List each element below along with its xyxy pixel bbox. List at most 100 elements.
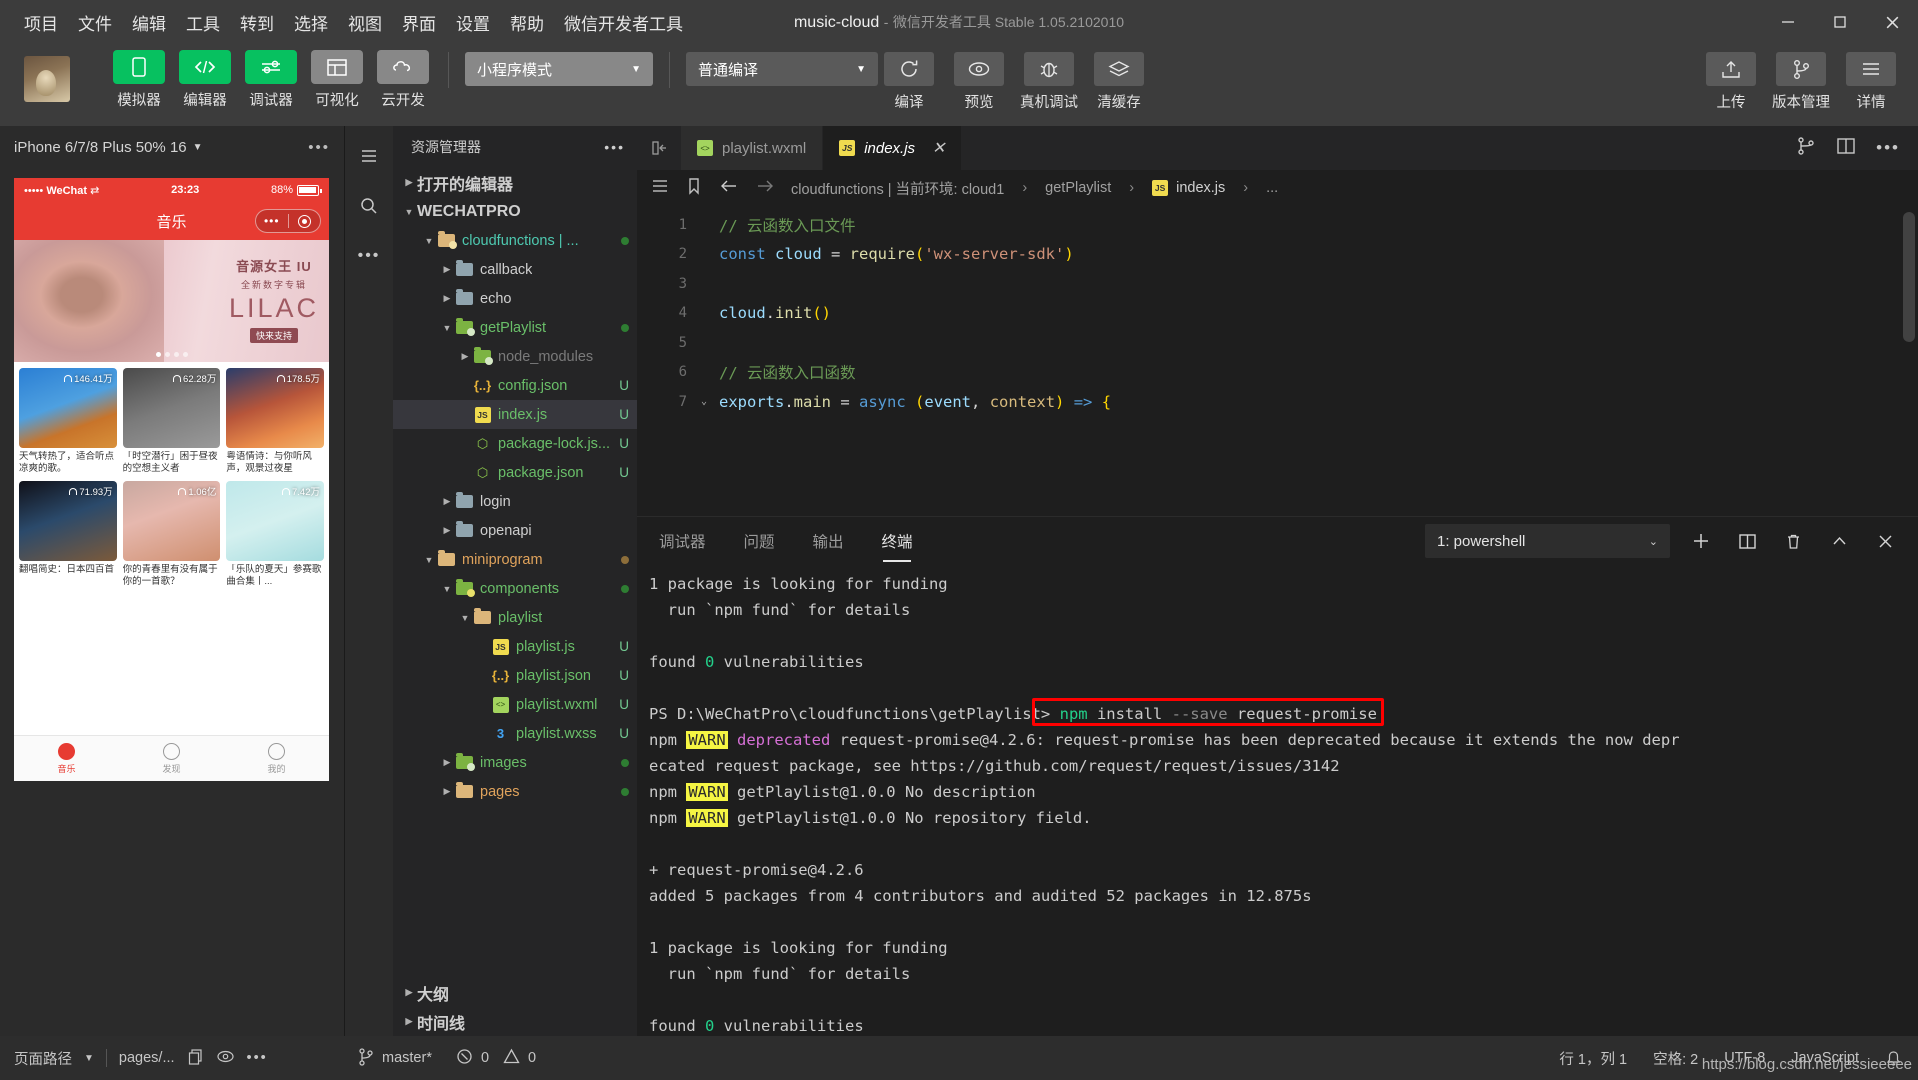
menu-item-7[interactable]: 界面 bbox=[392, 6, 446, 39]
split-editor-icon[interactable] bbox=[637, 126, 681, 170]
chevron-right-icon[interactable]: ▶ bbox=[457, 351, 473, 362]
section-open-editors[interactable]: ▶ 打开的编辑器 bbox=[393, 168, 637, 197]
status-git[interactable]: master* bbox=[345, 1047, 444, 1070]
copy-icon[interactable] bbox=[187, 1048, 204, 1069]
panel-tab-问题[interactable]: 问题 bbox=[742, 524, 777, 558]
chevron-right-icon[interactable]: ▶ bbox=[439, 293, 455, 304]
chevron-right-icon[interactable]: ▶ bbox=[439, 757, 455, 768]
more-icon[interactable]: ••• bbox=[352, 240, 386, 272]
chevron-down-icon[interactable]: ▼ bbox=[193, 142, 203, 153]
chevron-down-icon[interactable]: ▼ bbox=[84, 1053, 94, 1064]
chevron-down-icon[interactable]: ▼ bbox=[457, 613, 473, 623]
more-icon[interactable]: ••• bbox=[308, 139, 330, 156]
toolbar-action-编译[interactable]: 编译 bbox=[878, 50, 940, 112]
more-icon[interactable]: ••• bbox=[1876, 138, 1900, 158]
toolbar-button-模拟器[interactable]: 模拟器 bbox=[110, 50, 168, 110]
toolbar-right-上传[interactable]: 上传 bbox=[1700, 50, 1762, 112]
tree-item-miniprogram[interactable]: ▼ miniprogram bbox=[393, 545, 637, 574]
chevron-right-icon[interactable]: ▶ bbox=[439, 496, 455, 507]
editor-scrollbar[interactable] bbox=[1903, 212, 1915, 342]
chevron-down-icon[interactable]: ▼ bbox=[439, 584, 455, 594]
tree-item-components[interactable]: ▼ components bbox=[393, 574, 637, 603]
tree-item-config-json[interactable]: {..} config.json U bbox=[393, 371, 637, 400]
close-icon[interactable]: ✕ bbox=[932, 138, 945, 158]
menu-item-2[interactable]: 编辑 bbox=[122, 6, 176, 39]
editor-tab-playlist.wxml[interactable]: <> playlist.wxml bbox=[681, 126, 824, 170]
status-problems[interactable]: 0 0 bbox=[444, 1048, 548, 1069]
maximize-icon[interactable] bbox=[1814, 0, 1866, 44]
tree-item-pages[interactable]: ▶ pages bbox=[393, 777, 637, 806]
promo-banner[interactable]: 音源女王 IU 全新数字专辑 LILAC 快来支持 bbox=[14, 240, 329, 362]
fold-icon[interactable]: ⌄ bbox=[701, 396, 719, 407]
compile-select[interactable]: 普通编译 ▼ bbox=[686, 52, 878, 86]
breadcrumb-part-0[interactable]: cloudfunctions | 当前环境: cloud1 bbox=[791, 178, 1004, 199]
chevron-right-icon[interactable]: ▶ bbox=[439, 786, 455, 797]
menu-item-10[interactable]: 微信开发者工具 bbox=[554, 6, 693, 39]
more-icon[interactable]: ••• bbox=[604, 139, 625, 155]
tree-item-playlist-wxss[interactable]: 3 playlist.wxss U bbox=[393, 719, 637, 748]
chevron-right-icon[interactable]: ▶ bbox=[439, 525, 455, 536]
eye-icon[interactable] bbox=[216, 1048, 235, 1069]
indentation[interactable]: 空格: 2 bbox=[1653, 1048, 1698, 1069]
menu-item-4[interactable]: 转到 bbox=[230, 6, 284, 39]
bookmark-icon[interactable] bbox=[685, 177, 703, 199]
playlist-card[interactable]: 178.5万 粤语情诗：与你听风声，观景过夜星 bbox=[226, 368, 324, 476]
section-workspace[interactable]: ▼ WECHATPRO bbox=[393, 197, 637, 226]
toolbar-action-真机调试[interactable]: 真机调试 bbox=[1018, 50, 1080, 112]
mode-select[interactable]: 小程序模式 ▼ bbox=[465, 52, 653, 86]
toolbar-button-调试器[interactable]: 调试器 bbox=[242, 50, 300, 110]
more-icon[interactable]: ••• bbox=[247, 1050, 268, 1066]
tree-item-playlist-js[interactable]: JS playlist.js U bbox=[393, 632, 637, 661]
close-icon[interactable] bbox=[1866, 0, 1918, 44]
tree-item-cloudfunctions-[interactable]: ▼ cloudfunctions | ... bbox=[393, 226, 637, 255]
menu-item-8[interactable]: 设置 bbox=[446, 6, 500, 39]
playlist-card[interactable]: 62.28万 「时空潜行」困于昼夜的空想主义者 bbox=[122, 368, 221, 476]
toolbar-right-详情[interactable]: 详情 bbox=[1840, 50, 1902, 112]
playlist-card[interactable]: 1.06亿 你的青春里有没有属于你的一首歌？ bbox=[122, 481, 221, 589]
phone-tab-音乐[interactable]: 音乐 bbox=[14, 736, 119, 781]
arrow-right-icon[interactable] bbox=[755, 177, 775, 199]
wechat-capsule[interactable]: ••• bbox=[255, 209, 321, 233]
device-select[interactable]: iPhone 6/7/8 Plus 50% 16 bbox=[14, 139, 187, 156]
playlist-card[interactable]: 71.93万 翻唱简史：日本四百首 bbox=[19, 481, 117, 589]
breadcrumb-part-2[interactable]: index.js bbox=[1176, 180, 1225, 196]
menu-item-3[interactable]: 工具 bbox=[176, 6, 230, 39]
menu-item-0[interactable]: 项目 bbox=[14, 6, 68, 39]
tree-item-login[interactable]: ▶ login bbox=[393, 487, 637, 516]
outline-icon[interactable] bbox=[651, 177, 669, 199]
playlist-card[interactable]: 7.42万 「乐队的夏天」参赛歌曲合集丨... bbox=[226, 481, 324, 589]
tree-item-package-json[interactable]: ⬡ package.json U bbox=[393, 458, 637, 487]
tree-item-package-lock-js-[interactable]: ⬡ package-lock.js... U bbox=[393, 429, 637, 458]
code-editor[interactable]: 1 // 云函数入口文件 2 const cloud = require('wx-se… bbox=[637, 206, 1918, 516]
search-icon[interactable] bbox=[352, 190, 386, 222]
arrow-left-icon[interactable] bbox=[719, 177, 739, 199]
tree-item-getplaylist[interactable]: ▼ getPlaylist bbox=[393, 313, 637, 342]
chevron-up-icon[interactable] bbox=[1824, 526, 1854, 556]
menu-item-6[interactable]: 视图 bbox=[338, 6, 392, 39]
explorer-icon[interactable] bbox=[352, 140, 386, 172]
phone-preview[interactable]: ••••• WeChat ⇄ 23:23 88% 音乐 ••• 音源女王 IU … bbox=[14, 178, 329, 781]
tree-item-callback[interactable]: ▶ callback bbox=[393, 255, 637, 284]
avatar[interactable] bbox=[24, 56, 70, 102]
cursor-position[interactable]: 行 1，列 1 bbox=[1559, 1048, 1627, 1069]
chevron-down-icon[interactable]: ▼ bbox=[439, 323, 455, 333]
toolbar-button-编辑器[interactable]: 编辑器 bbox=[176, 50, 234, 110]
toolbar-button-可视化[interactable]: 可视化 bbox=[308, 50, 366, 110]
chevron-down-icon[interactable]: ▼ bbox=[421, 236, 437, 246]
tree-item-playlist-json[interactable]: {..} playlist.json U bbox=[393, 661, 637, 690]
tree-item-node-modules[interactable]: ▶ node_modules bbox=[393, 342, 637, 371]
split-terminal-icon[interactable] bbox=[1732, 526, 1762, 556]
page-path-label[interactable]: 页面路径 bbox=[14, 1048, 72, 1069]
split-pane-icon[interactable] bbox=[1836, 136, 1856, 161]
add-icon[interactable] bbox=[1686, 526, 1716, 556]
minimize-icon[interactable] bbox=[1762, 0, 1814, 44]
section-outline[interactable]: ▶ 大纲 bbox=[393, 978, 637, 1007]
terminal-select[interactable]: 1: powershell ⌄ bbox=[1425, 524, 1670, 558]
chevron-down-icon[interactable]: ▼ bbox=[421, 555, 437, 565]
panel-tab-调试器[interactable]: 调试器 bbox=[657, 524, 708, 558]
terminal-output[interactable]: 1 package is looking for funding run `np… bbox=[637, 565, 1918, 1036]
toolbar-action-预览[interactable]: 预览 bbox=[948, 50, 1010, 112]
tree-item-openapi[interactable]: ▶ openapi bbox=[393, 516, 637, 545]
tree-item-index-js[interactable]: JS index.js U bbox=[393, 400, 637, 429]
phone-tab-我的[interactable]: 我的 bbox=[224, 736, 329, 781]
